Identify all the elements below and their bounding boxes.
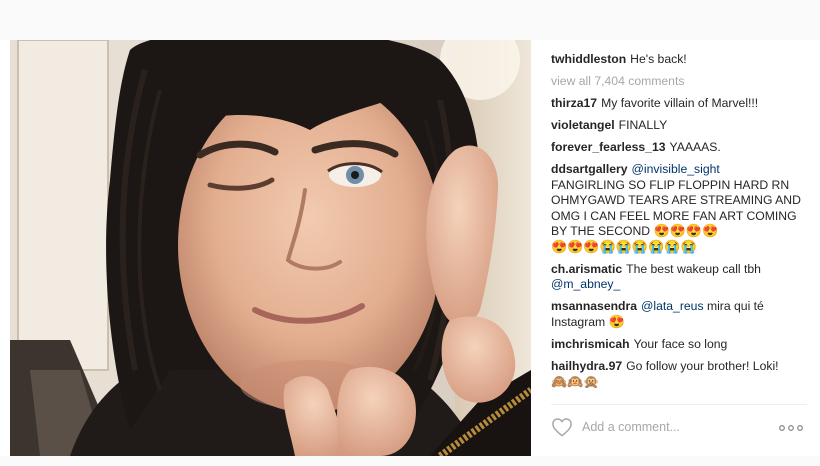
comment-item: msannasendra @lata_reus mira qui té Insta…	[551, 299, 801, 330]
comment-item: ddsartgallery @invisible_sight FANGIRLING…	[551, 162, 801, 256]
post-photo-image	[10, 40, 531, 456]
footer-divider	[551, 404, 807, 405]
comment-item: ch.arismatic The best wakeup call tbh @m_…	[551, 262, 801, 293]
heart-eyes-emoji: 😍	[608, 314, 625, 330]
username-link[interactable]: msannasendra	[551, 299, 637, 313]
comment-text: The best wakeup call tbh	[626, 261, 761, 276]
username-link[interactable]: violetangel	[551, 118, 615, 132]
mention-link[interactable]: @m_abney_	[551, 277, 620, 291]
comment-text: Your face so long	[633, 337, 728, 352]
comment-text: Go follow your brother! Loki!	[626, 359, 779, 374]
more-options-icon[interactable]	[778, 421, 804, 433]
username-link[interactable]: imchrismicah	[551, 337, 630, 351]
comment-item: imchrismicah Your face so long	[551, 337, 801, 353]
view-all-comments-link[interactable]: view all 7,404 comments	[551, 74, 801, 90]
page-background-bottom	[0, 456, 820, 466]
heart-eyes-emoji: 😍😍😍😍	[653, 223, 719, 239]
add-comment-input[interactable]	[582, 418, 762, 436]
comment-footer	[551, 414, 807, 440]
username-link[interactable]: forever_fearless_13	[551, 140, 666, 154]
comment-text: FINALLY	[618, 117, 668, 132]
emoji-row: 😍😍😍😭😭😭😭😭😭	[551, 238, 697, 254]
comment-item: violetangel FINALLY	[551, 118, 801, 134]
monkey-emojis: 🙈🙉🙊	[551, 373, 600, 389]
heart-icon[interactable]	[551, 417, 573, 437]
username-link[interactable]: ddsartgallery	[551, 162, 628, 176]
comment-item: hailhydra.97 Go follow your brother! Loki…	[551, 359, 801, 390]
page-background-top	[0, 0, 820, 40]
comment-item: thirza17 My favorite villain of Marvel!!!	[551, 96, 801, 112]
comment-text: My favorite villain of Marvel!!!	[601, 95, 759, 110]
caption-text: He's back!	[630, 52, 687, 66]
username-link[interactable]: twhiddleston	[551, 52, 626, 66]
comments-panel: twhiddleston He's back! view all 7,404 co…	[551, 52, 801, 397]
comment-item: forever_fearless_13 YAAAAS.	[551, 140, 801, 156]
mention-link[interactable]: @lata_reus	[641, 299, 704, 313]
caption: twhiddleston He's back!	[551, 52, 801, 68]
comment-text: YAAAAS.	[669, 139, 721, 154]
username-link[interactable]: ch.arismatic	[551, 262, 622, 276]
username-link[interactable]: thirza17	[551, 96, 597, 110]
post-photo	[10, 40, 531, 456]
mention-link[interactable]: @invisible_sight	[632, 162, 720, 176]
username-link[interactable]: hailhydra.97	[551, 359, 622, 373]
